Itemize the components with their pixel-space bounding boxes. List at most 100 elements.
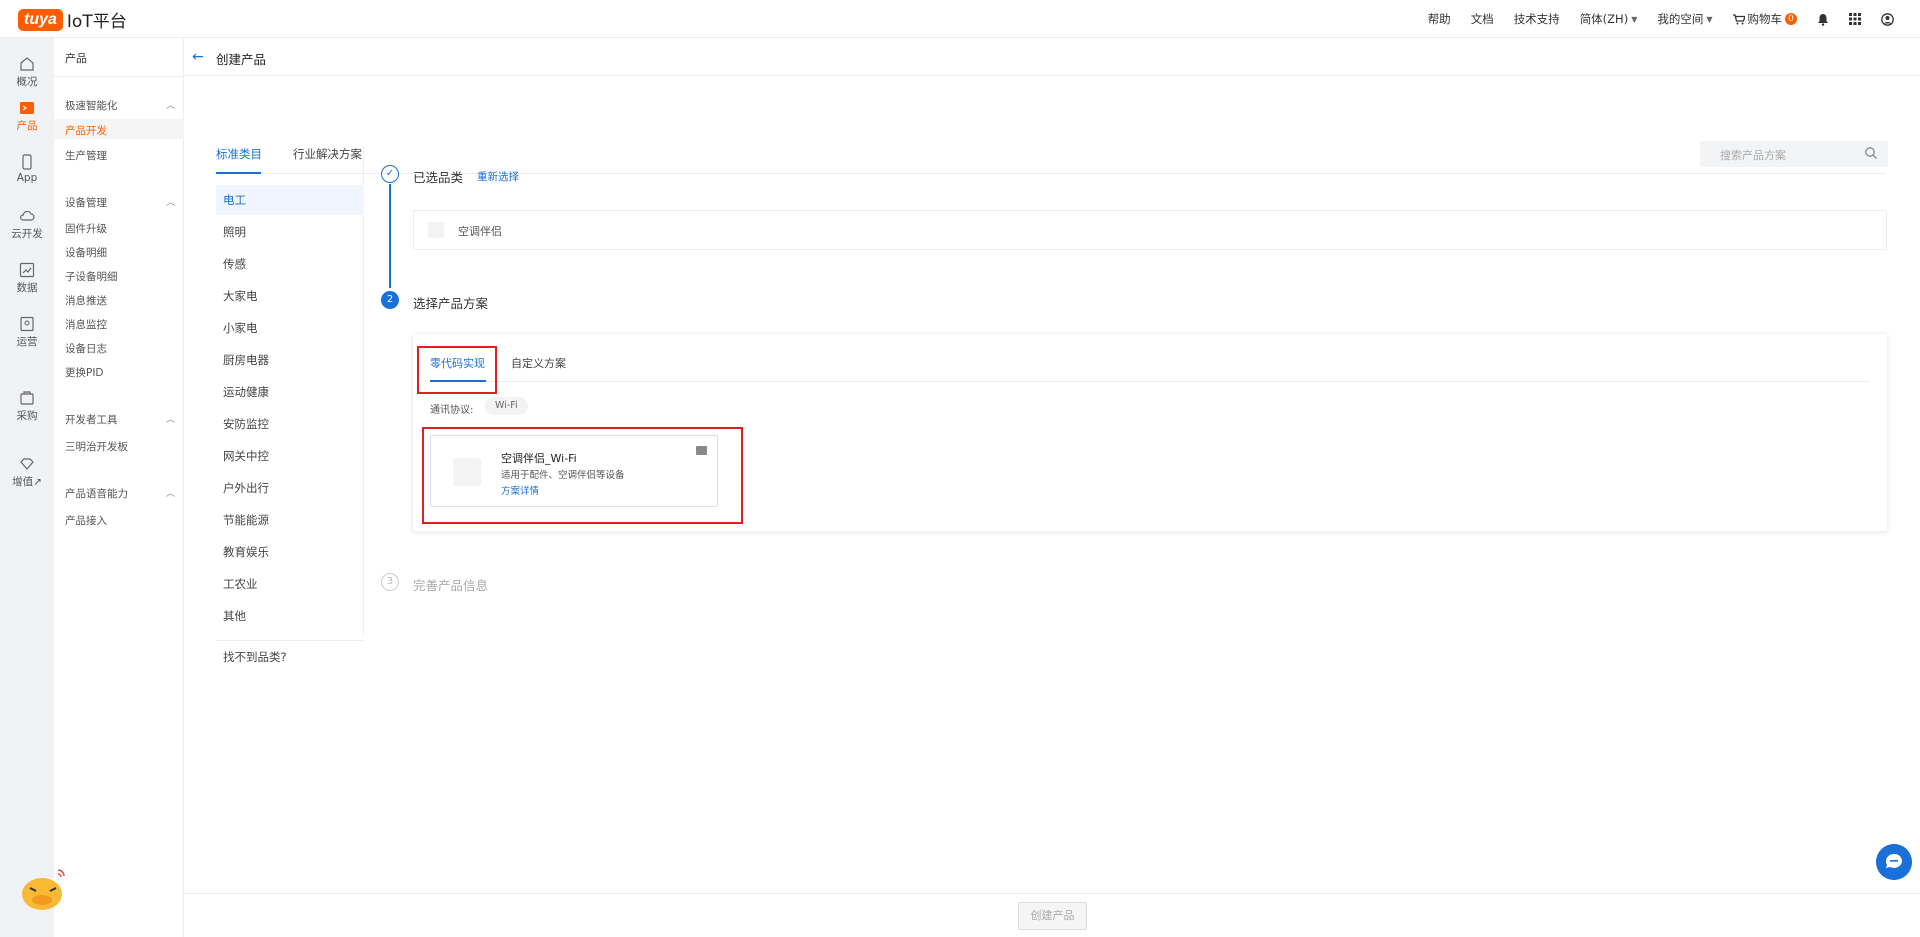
rail-item-overview[interactable]: 概况 xyxy=(0,56,54,89)
space-label: 我的空间 xyxy=(1657,12,1704,26)
page-header: ← 创建产品 xyxy=(184,38,1920,76)
caret-down-icon: ▼ xyxy=(1706,14,1713,24)
main-content: ← 创建产品 标准类目 行业解决方案 搜索产品方案 电工 照明 传感 大家电 小… xyxy=(184,38,1920,937)
rail-item-cloud[interactable]: 云开发 xyxy=(0,208,54,241)
rail-label: 概况 xyxy=(16,76,38,88)
step-2-number: 2 xyxy=(381,291,399,309)
operate-icon xyxy=(20,316,34,332)
category-item[interactable]: 其他 xyxy=(216,601,364,631)
sidebar-item-push[interactable]: 消息推送 xyxy=(65,293,107,308)
scheme-tabs: 零代码实现 自定义方案 xyxy=(430,334,1870,382)
create-product-button[interactable]: 创建产品 xyxy=(1018,902,1087,930)
search-input[interactable]: 搜索产品方案 xyxy=(1700,141,1888,167)
sidebar-group-voice[interactable]: 产品语音能力 ︿ xyxy=(65,486,175,501)
category-item[interactable]: 户外出行 xyxy=(216,473,364,503)
phone-icon xyxy=(22,154,32,170)
sidebar-item-firmware[interactable]: 固件升级 xyxy=(65,221,107,236)
category-thumbnail-icon xyxy=(428,222,444,238)
cart-label: 购物车 xyxy=(1747,12,1783,26)
category-item[interactable]: 工农业 xyxy=(216,569,364,599)
sidebar-item-sandwich-board[interactable]: 三明治开发板 xyxy=(65,439,128,454)
sidebar-item-device-log[interactable]: 设备日志 xyxy=(65,341,107,356)
back-arrow-icon[interactable]: ← xyxy=(192,49,204,65)
rail-label: 产品 xyxy=(16,120,38,132)
solution-title: 空调伴侣_Wi-Fi xyxy=(501,452,577,465)
category-list: 电工 照明 传感 大家电 小家电 厨房电器 运动健康 安防监控 网关中控 户外出… xyxy=(216,146,364,664)
bell-icon[interactable] xyxy=(1817,13,1829,26)
sidebar-item-product-access[interactable]: 产品接入 xyxy=(65,513,107,528)
search-icon[interactable] xyxy=(1864,146,1878,160)
rail-item-app[interactable]: App xyxy=(0,154,54,184)
category-item[interactable]: 电工 xyxy=(216,185,364,215)
rail-label: 采购 xyxy=(16,410,38,422)
sidebar-group-dev-tools[interactable]: 开发者工具 ︿ xyxy=(65,412,175,427)
space-selector[interactable]: 我的空间 ▼ xyxy=(1657,11,1712,27)
support-link[interactable]: 技术支持 xyxy=(1514,11,1560,27)
cloud-icon xyxy=(20,210,35,221)
step-3-label: 完善产品信息 xyxy=(413,578,489,593)
sidebar-group-fast-smart[interactable]: 极速智能化 ︿ xyxy=(65,98,175,113)
category-item[interactable]: 安防监控 xyxy=(216,409,364,439)
apps-grid-icon[interactable] xyxy=(1849,13,1861,25)
selected-category-box: 空调伴侣 xyxy=(413,210,1887,250)
rail-label: 数据 xyxy=(16,282,38,294)
chat-support-icon[interactable] xyxy=(1876,844,1912,880)
category-item[interactable]: 网关中控 xyxy=(216,441,364,471)
user-icon[interactable] xyxy=(1881,12,1894,26)
sidebar-item-monitor[interactable]: 消息监控 xyxy=(65,317,107,332)
footer-bar: 创建产品 xyxy=(184,893,1920,937)
selected-category: 空调伴侣 xyxy=(458,225,502,238)
sidebar-group-label: 极速智能化 xyxy=(65,100,118,112)
scheme-card: 零代码实现 自定义方案 通讯协议: Wi-Fi 空调伴侣_Wi-Fi 适用于配件… xyxy=(413,334,1887,531)
category-item[interactable]: 节能能源 xyxy=(216,505,364,535)
tab-custom-scheme[interactable]: 自定义方案 xyxy=(511,355,566,371)
category-item[interactable]: 照明 xyxy=(216,217,364,247)
category-item[interactable]: 厨房电器 xyxy=(216,345,364,375)
category-item[interactable]: 大家电 xyxy=(216,281,364,311)
platform-title: IoT平台 xyxy=(66,12,127,32)
page-title: 创建产品 xyxy=(216,52,267,67)
category-item[interactable]: 传感 xyxy=(216,249,364,279)
rail-item-operate[interactable]: 运营 xyxy=(0,316,54,349)
step-1-check-icon: ✓ xyxy=(381,165,399,183)
sidebar-group-device-mgmt[interactable]: 设备管理 ︿ xyxy=(65,195,175,210)
protocol-chip[interactable]: Wi-Fi xyxy=(485,397,528,415)
reselect-link[interactable]: 重新选择 xyxy=(477,169,519,184)
sidebar-item-device-detail[interactable]: 设备明细 xyxy=(65,245,107,260)
sidebar-item-subdevice-detail[interactable]: 子设备明细 xyxy=(65,269,118,284)
language-selector[interactable]: 简体(ZH) ▼ xyxy=(1580,11,1638,27)
rail-label: 云开发 xyxy=(11,228,43,240)
category-not-found-link[interactable]: 找不到品类? xyxy=(223,649,287,665)
sidebar-divider xyxy=(54,76,184,77)
sidebar-item-product-dev[interactable]: 产品开发 xyxy=(65,123,107,138)
cart-count-badge: 0 xyxy=(1785,13,1797,25)
category-item[interactable]: 运动健康 xyxy=(216,377,364,407)
category-item[interactable]: 教育娱乐 xyxy=(216,537,364,567)
top-bar: tuya IoT平台 帮助 文档 技术支持 简体(ZH) ▼ 我的空间 ▼ 购物… xyxy=(0,0,1920,38)
logo[interactable]: tuya IoT平台 xyxy=(18,7,127,32)
home-icon xyxy=(20,57,34,71)
rail-item-data[interactable]: 数据 xyxy=(0,262,54,295)
solution-card[interactable]: 空调伴侣_Wi-Fi 适用于配件、空调伴侣等设备 方案详情 xyxy=(430,435,718,507)
help-link[interactable]: 帮助 xyxy=(1428,11,1451,27)
purchase-icon xyxy=(20,391,34,405)
sidebar-item-production[interactable]: 生产管理 xyxy=(65,148,107,163)
docs-link[interactable]: 文档 xyxy=(1471,11,1494,27)
category-item[interactable]: 小家电 xyxy=(216,313,364,343)
search-placeholder: 搜索产品方案 xyxy=(1720,149,1786,162)
diamond-icon xyxy=(20,458,34,470)
chevron-up-icon: ︿ xyxy=(165,415,175,425)
product-icon xyxy=(20,102,34,114)
rail-item-value-added[interactable]: 增值↗ xyxy=(0,456,54,489)
rail-item-product[interactable]: 产品 xyxy=(0,100,54,133)
step-1-label: 已选品类 xyxy=(413,170,464,185)
step-2-label: 选择产品方案 xyxy=(413,296,489,311)
cart-link[interactable]: 购物车 0 xyxy=(1732,11,1797,27)
sidebar-group-label: 产品语音能力 xyxy=(65,488,128,500)
rail-item-purchase[interactable]: 采购 xyxy=(0,390,54,423)
sidebar-item-change-pid[interactable]: 更换PID xyxy=(65,365,104,380)
mascot-assistant-icon[interactable] xyxy=(20,866,68,912)
step-connector xyxy=(389,184,391,288)
solution-detail-link[interactable]: 方案详情 xyxy=(501,483,539,497)
caret-down-icon: ▼ xyxy=(1631,14,1638,24)
